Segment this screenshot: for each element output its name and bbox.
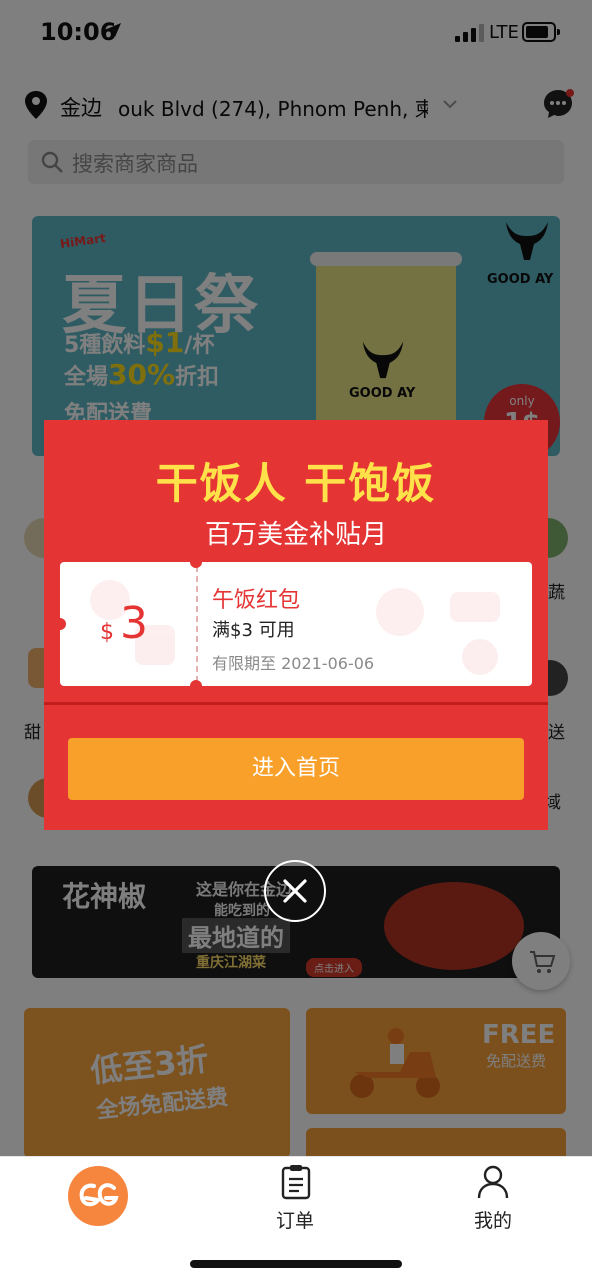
coupon-popup: 干饭人 干饱饭 百万美金补贴月 $ 3 午饭红包 满$3 可用 有限期至 202… xyxy=(44,420,548,830)
coupon-notch-top xyxy=(190,556,202,568)
orders-icon[interactable] xyxy=(280,1164,312,1200)
coupon-amount: 3 xyxy=(120,598,148,649)
tab-me-label[interactable]: 我的 xyxy=(474,1206,512,1233)
home-indicator xyxy=(190,1260,402,1268)
coupon-divider xyxy=(196,566,198,682)
app-logo-icon xyxy=(79,1183,119,1207)
coupon-expiry: 有限期至 2021-06-06 xyxy=(212,654,375,673)
popup-subtitle: 百万美金补贴月 xyxy=(204,520,387,550)
food-pattern-icon xyxy=(376,588,500,675)
coupon-name: 午饭红包 xyxy=(212,588,301,613)
coupon-notch-left xyxy=(54,618,66,630)
popup-divider xyxy=(44,702,548,705)
popup-title: 干饭人 干饱饭 xyxy=(155,459,437,508)
close-icon xyxy=(283,879,307,903)
close-popup-button[interactable] xyxy=(264,860,326,922)
go-home-button[interactable]: 进入首页 xyxy=(68,738,524,800)
tab-home[interactable] xyxy=(68,1166,128,1226)
coupon-card[interactable]: $ 3 午饭红包 满$3 可用 有限期至 2021-06-06 xyxy=(60,562,532,686)
coupon-currency: $ xyxy=(100,620,114,645)
profile-icon[interactable] xyxy=(476,1164,510,1200)
coupon-notch-bottom xyxy=(190,680,202,692)
tab-orders-label[interactable]: 订单 xyxy=(276,1206,314,1233)
coupon-condition: 满$3 可用 xyxy=(212,620,295,641)
